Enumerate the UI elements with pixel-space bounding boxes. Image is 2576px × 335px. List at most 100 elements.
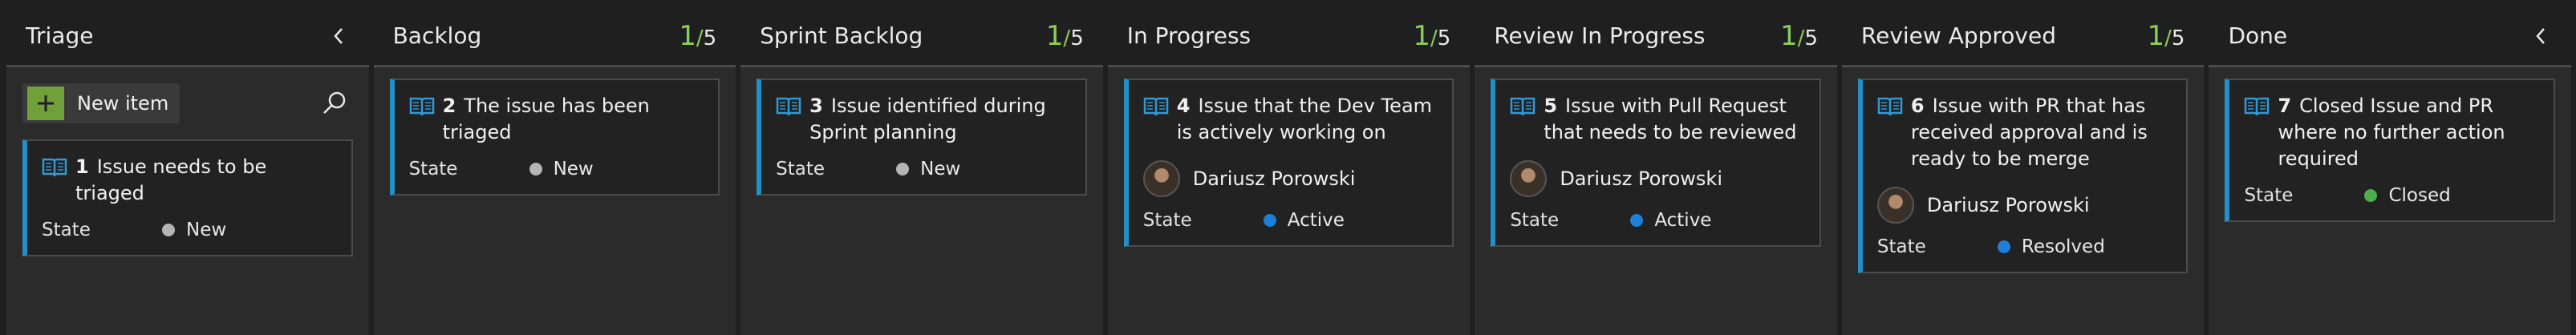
work-item-card[interactable]: 5 Issue with Pull Request that needs to b… <box>1491 79 1821 247</box>
wip-count: 1 <box>1779 19 1798 52</box>
card-id: 4 <box>1176 95 1191 117</box>
state-field: State New <box>42 220 335 240</box>
chevron-left-icon[interactable] <box>2529 25 2552 47</box>
work-item-card[interactable]: 1 Issue needs to be triaged State New <box>22 139 353 256</box>
book-icon <box>776 96 801 117</box>
card-title[interactable]: Issue with Pull Request that needs to be… <box>1544 95 1796 143</box>
avatar <box>1142 160 1180 197</box>
card-title[interactable]: Closed Issue and PR where no further act… <box>2278 95 2505 170</box>
column-header: Review In Progress 1/5 <box>1475 6 1837 67</box>
wip-limit: 1/5 <box>679 20 716 52</box>
column-title: Review Approved <box>1860 22 2056 49</box>
card-title-row: 2 The issue has been triaged <box>409 93 703 146</box>
wip-max: 5 <box>703 26 717 50</box>
search-icon[interactable] <box>316 85 353 122</box>
state-value[interactable]: New <box>554 159 594 180</box>
book-icon <box>1510 96 1535 117</box>
state-value[interactable]: Closed <box>2388 185 2450 206</box>
column-title: Backlog <box>392 22 482 49</box>
wip-separator: / <box>1063 26 1071 50</box>
column-header: Sprint Backlog 1/5 <box>740 6 1103 67</box>
column-review-approved: Review Approved 1/5 6 Issue with PR that … <box>1841 6 2205 335</box>
assignee-name: Dariusz Porowski <box>1926 194 2090 216</box>
column-title: Triage <box>26 22 94 49</box>
state-label: State <box>776 159 826 180</box>
book-icon <box>2244 96 2270 117</box>
avatar <box>1510 160 1548 197</box>
work-item-card[interactable]: 6 Issue with PR that has received approva… <box>1857 79 2189 273</box>
card-id: 1 <box>75 155 89 178</box>
state-value[interactable]: Resolved <box>2022 236 2105 257</box>
wip-count: 1 <box>679 19 696 52</box>
column-body: New item 1 Issue needs to be triaged Stat… <box>6 67 369 335</box>
wip-limit: 1/5 <box>1046 20 1084 52</box>
wip-count: 1 <box>1413 19 1430 52</box>
state-field: State New <box>776 159 1069 180</box>
state-value[interactable]: Active <box>1288 210 1345 231</box>
card-id: 7 <box>2278 95 2292 117</box>
column-header: Review Approved 1/5 <box>1841 6 2205 67</box>
card-title[interactable]: Issue needs to be triaged <box>75 155 266 204</box>
state-label: State <box>1876 236 1926 257</box>
state-value[interactable]: Active <box>1654 210 1711 231</box>
column-title: Done <box>2228 22 2288 49</box>
column-done: Done 7 Closed Issue and PR where no furth… <box>2209 6 2572 335</box>
wip-separator: / <box>1430 26 1438 50</box>
state-dot <box>1997 240 2010 253</box>
state-dot <box>1630 214 1644 227</box>
work-item-card[interactable]: 2 The issue has been triaged State New <box>389 79 720 196</box>
column-body: 3 Issue identified during Sprint planning… <box>740 67 1103 335</box>
card-id: 2 <box>442 95 456 117</box>
assignee[interactable]: Dariusz Porowski <box>1876 187 2171 224</box>
state-field: State Resolved <box>1877 236 2171 257</box>
state-value[interactable]: New <box>920 159 960 180</box>
state-label: State <box>2244 185 2294 206</box>
avatar <box>1876 187 1914 224</box>
wip-separator: / <box>696 26 704 50</box>
column-body: 4 Issue that the Dev Team is actively wor… <box>1107 67 1471 335</box>
column-in-progress: In Progress 1/5 4 Issue that the Dev Team… <box>1107 6 1471 335</box>
state-field: State Active <box>1143 210 1437 231</box>
state-dot <box>162 224 175 236</box>
wip-count: 1 <box>2147 19 2165 52</box>
card-title[interactable]: Issue identified during Sprint planning <box>809 95 1046 143</box>
card-title-row: 7 Closed Issue and PR where no further ac… <box>2244 93 2537 172</box>
wip-limit: 1/5 <box>1780 20 1818 52</box>
column-body: 7 Closed Issue and PR where no further ac… <box>2209 67 2572 335</box>
chevron-left-icon[interactable] <box>327 25 350 47</box>
new-item-button[interactable]: New item <box>22 83 181 123</box>
kanban-board: Triage New item 1 Issue needs to be tria… <box>0 0 2576 335</box>
card-id: 5 <box>1544 95 1558 117</box>
assignee[interactable]: Dariusz Porowski <box>1142 160 1437 197</box>
state-value[interactable]: New <box>186 220 226 240</box>
assignee[interactable]: Dariusz Porowski <box>1510 160 1803 197</box>
wip-limit: 1/5 <box>1413 20 1450 52</box>
column-header: In Progress 1/5 <box>1107 6 1471 67</box>
column-title: In Progress <box>1126 22 1251 49</box>
column-header: Done <box>2209 6 2572 67</box>
wip-max: 5 <box>1804 26 1818 50</box>
state-field: State New <box>409 159 703 180</box>
state-dot <box>1263 214 1276 227</box>
book-icon <box>42 157 67 178</box>
column-header: Backlog 1/5 <box>373 6 736 67</box>
card-id: 6 <box>1910 95 1925 117</box>
state-label: State <box>408 159 458 180</box>
card-title-row: 3 Issue identified during Sprint planning <box>776 93 1069 146</box>
work-item-card[interactable]: 4 Issue that the Dev Team is actively wor… <box>1123 79 1454 247</box>
book-icon <box>1877 96 1903 117</box>
work-item-card[interactable]: 3 Issue identified during Sprint planning… <box>757 79 1087 196</box>
card-title[interactable]: Issue that the Dev Team is actively work… <box>1177 95 1432 143</box>
card-title-row: 5 Issue with Pull Request that needs to b… <box>1510 93 1803 146</box>
column-backlog: Backlog 1/5 2 The issue has been triaged … <box>373 6 736 335</box>
assignee-name: Dariusz Porowski <box>1192 168 1356 190</box>
wip-count: 1 <box>1045 19 1064 52</box>
wip-limit: 1/5 <box>2148 20 2185 52</box>
card-title[interactable]: The issue has been triaged <box>443 95 650 143</box>
assignee-name: Dariusz Porowski <box>1560 168 1722 190</box>
card-title[interactable]: Issue with PR that has received approval… <box>1911 95 2148 170</box>
new-item-label: New item <box>77 92 169 115</box>
state-field: State Closed <box>2244 185 2537 206</box>
column-sprint-backlog: Sprint Backlog 1/5 3 Issue identified dur… <box>740 6 1103 335</box>
work-item-card[interactable]: 7 Closed Issue and PR where no further ac… <box>2225 79 2556 222</box>
